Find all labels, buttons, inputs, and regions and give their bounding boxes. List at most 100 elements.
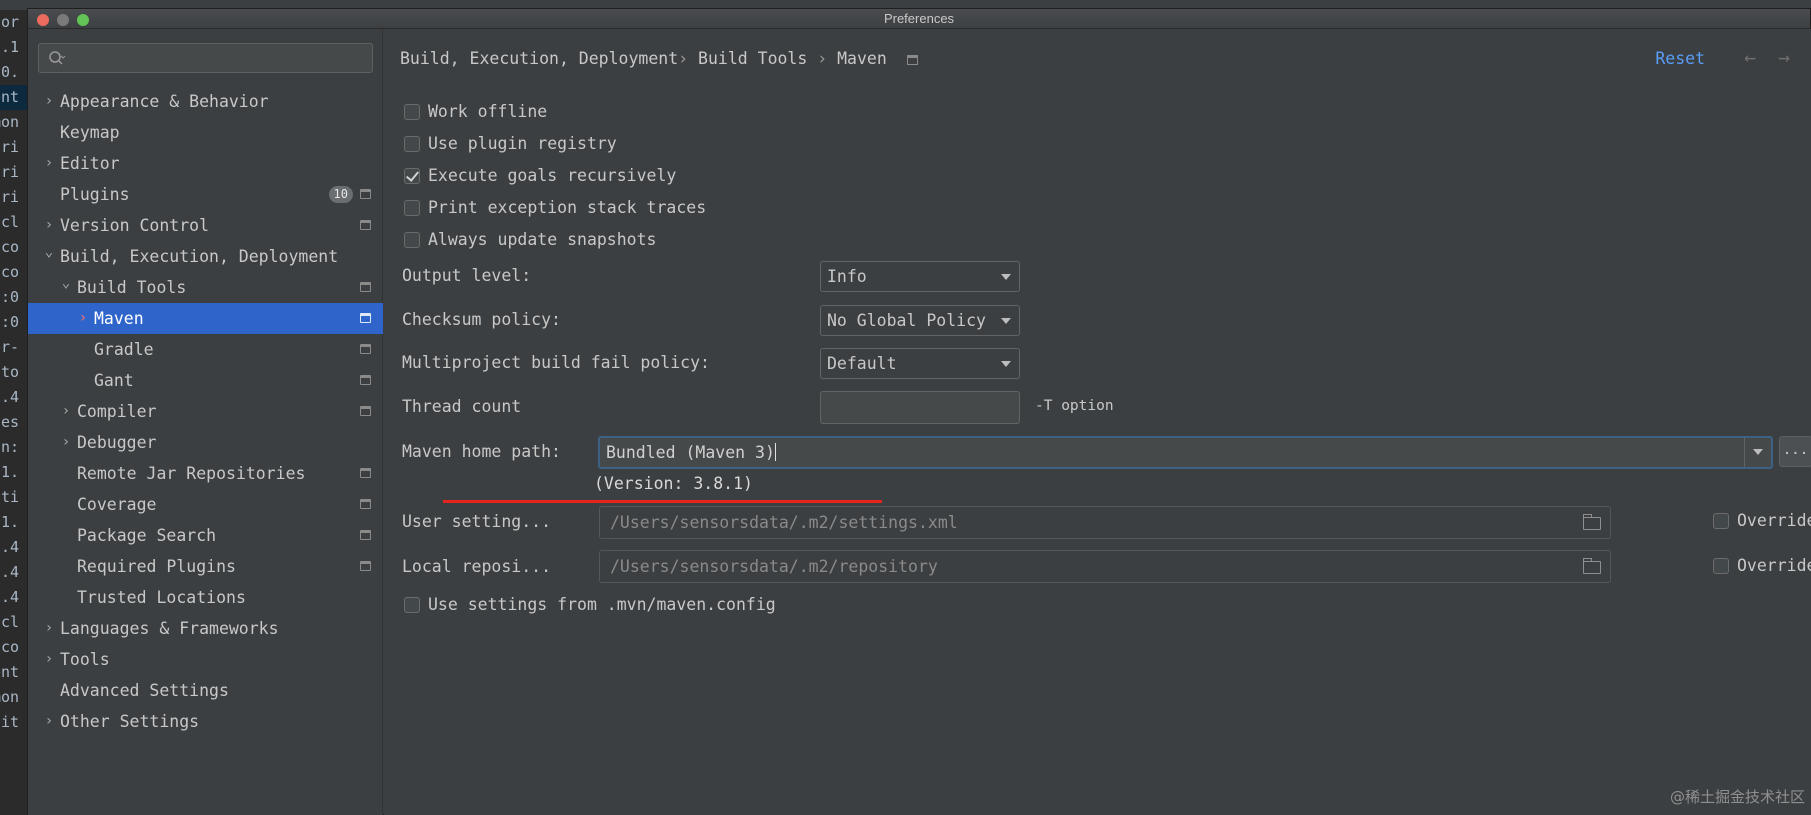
checkbox-box[interactable] [404, 597, 420, 613]
breadcrumb-item-build-tools[interactable]: Build Tools [698, 49, 807, 68]
sidebar-item-gant[interactable]: Gant [28, 365, 383, 396]
output-level-select[interactable]: Info [820, 261, 1020, 292]
minimize-window-button[interactable] [57, 14, 69, 26]
sidebar-item-version-control[interactable]: › Version Control [28, 210, 383, 241]
chevron-right-icon[interactable]: › [42, 706, 56, 737]
local-repository-override-checkbox[interactable]: Override [1713, 556, 1811, 575]
chevron-right-icon[interactable]: › [42, 210, 56, 241]
use-plugin-registry-checkbox[interactable]: Use plugin registry [404, 132, 617, 156]
chevron-down-icon[interactable] [1753, 449, 1763, 455]
project-level-icon [906, 55, 918, 65]
chevron-right-icon[interactable]: › [59, 427, 73, 458]
sidebar-item-label: Build Tools [77, 278, 187, 297]
folder-icon[interactable] [1583, 514, 1601, 530]
editor-line: on: [0, 438, 20, 456]
maven-home-path-combobox[interactable]: Bundled (Maven 3) [598, 436, 1773, 469]
breadcrumb-item-maven: Maven [837, 49, 887, 68]
chevron-right-icon[interactable]: › [42, 644, 56, 675]
editor-line: :1. [0, 463, 20, 481]
checkbox-box[interactable] [1713, 513, 1729, 529]
chevron-right-icon[interactable]: › [42, 613, 56, 644]
editor-line: -co [0, 263, 20, 281]
project-level-icon [360, 220, 371, 230]
sidebar-item-plugins[interactable]: Plugins 10 [28, 179, 383, 210]
project-level-icon [360, 375, 371, 385]
editor-line: nit [0, 713, 20, 731]
editor-line: :0. [0, 63, 20, 81]
chevron-down-icon[interactable]: ⌄ [59, 272, 73, 294]
sidebar-item-build-tools[interactable]: ⌄ Build Tools [28, 272, 383, 303]
checkbox-label: Work offline [428, 102, 548, 121]
multiproject-build-fail-policy-label: Multiproject build fail policy: [402, 353, 710, 372]
checkbox-box[interactable] [404, 136, 420, 152]
sidebar-item-build-execution-deployment[interactable]: ⌄ Build, Execution, Deployment [28, 241, 383, 272]
sidebar-item-gradle[interactable]: Gradle [28, 334, 383, 365]
sidebar-item-coverage[interactable]: Coverage [28, 489, 383, 520]
user-settings-path-input[interactable]: /Users/sensorsdata/.m2/settings.xml [599, 506, 1611, 539]
sidebar-item-trusted-locations[interactable]: Trusted Locations [28, 582, 383, 613]
background-editor-gutter: sor 1.1:0. ent mon ori ori ori -cl -co -co c:0 n:0 e… [0, 10, 27, 815]
editor-line: c:0 [0, 288, 20, 306]
sidebar-item-package-search[interactable]: Package Search [28, 520, 383, 551]
forward-arrow-icon[interactable]: → [1778, 45, 1790, 69]
combobox-divider [1744, 438, 1745, 467]
sidebar-item-tools[interactable]: › Tools [28, 644, 383, 675]
print-exception-stack-traces-checkbox[interactable]: Print exception stack traces [404, 196, 706, 220]
chevron-right-icon[interactable]: › [42, 86, 56, 117]
editor-line: mon [0, 688, 20, 706]
chevron-right-icon[interactable]: › [76, 303, 90, 334]
window-title: Preferences [883, 11, 955, 26]
chevron-right-icon[interactable]: › [59, 396, 73, 427]
annotation-underline [443, 500, 882, 503]
project-level-icon [360, 561, 371, 571]
sidebar-item-other-settings[interactable]: › Other Settings [28, 706, 383, 737]
checkbox-label: Execute goals recursively [428, 166, 677, 185]
sidebar-item-languages-frameworks[interactable]: › Languages & Frameworks [28, 613, 383, 644]
sidebar-item-advanced-settings[interactable]: Advanced Settings [28, 675, 383, 706]
sidebar-item-required-plugins[interactable]: Required Plugins [28, 551, 383, 582]
sidebar-item-maven[interactable]: › Maven [28, 303, 383, 334]
local-repository-path-input[interactable]: /Users/sensorsdata/.m2/repository [599, 550, 1611, 583]
browse-maven-home-button[interactable]: ... [1779, 436, 1811, 467]
work-offline-checkbox[interactable]: Work offline [404, 100, 547, 124]
checkbox-box[interactable] [404, 232, 420, 248]
chevron-down-icon[interactable]: ⌄ [42, 241, 56, 263]
chevron-down-icon [1001, 318, 1011, 324]
folder-icon[interactable] [1583, 558, 1601, 574]
user-settings-override-checkbox[interactable]: Override [1713, 511, 1811, 530]
breadcrumb-separator: › [817, 49, 828, 68]
checksum-policy-select[interactable]: No Global Policy [820, 305, 1020, 336]
sidebar-item-label: Compiler [77, 402, 157, 421]
sidebar-item-label: Languages & Frameworks [60, 619, 279, 638]
sidebar-item-label: Keymap [60, 123, 120, 142]
sidebar-item-compiler[interactable]: › Compiler [28, 396, 383, 427]
sidebar-item-label: Trusted Locations [77, 588, 246, 607]
back-arrow-icon[interactable]: ← [1744, 45, 1756, 69]
watermark: @稀土掘金技术社区 [1669, 788, 1805, 806]
sidebar-item-keymap[interactable]: Keymap [28, 117, 383, 148]
multiproject-build-fail-policy-select[interactable]: Default [820, 348, 1020, 379]
execute-goals-recursively-checkbox[interactable]: Execute goals recursively [404, 164, 676, 188]
reset-link[interactable]: Reset [1655, 49, 1705, 68]
maven-settings-panel: Build, Execution, Deployment › Build Tool… [384, 29, 1811, 815]
chevron-right-icon[interactable]: › [42, 148, 56, 179]
use-mvn-config-checkbox[interactable]: Use settings from .mvn/maven.config [404, 593, 776, 617]
zoom-window-button[interactable] [77, 14, 89, 26]
sidebar-item-label: Plugins [60, 185, 130, 204]
sidebar-item-debugger[interactable]: › Debugger [28, 427, 383, 458]
sidebar-item-editor[interactable]: › Editor [28, 148, 383, 179]
checkbox-box[interactable] [1713, 558, 1729, 574]
close-window-button[interactable] [37, 14, 49, 26]
checkbox-box[interactable] [404, 200, 420, 216]
settings-search-input[interactable] [38, 43, 373, 73]
checkbox-box[interactable] [404, 168, 420, 184]
thread-count-input[interactable] [820, 391, 1020, 424]
editor-line: 1.4 [0, 388, 20, 406]
override-label: Override [1737, 556, 1811, 575]
sidebar-item-remote-jar-repositories[interactable]: Remote Jar Repositories [28, 458, 383, 489]
editor-line: oti [0, 488, 20, 506]
breadcrumb-item-build-execution-deployment[interactable]: Build, Execution, Deployment [400, 49, 678, 68]
always-update-snapshots-checkbox[interactable]: Always update snapshots [404, 228, 656, 252]
sidebar-item-appearance-behavior[interactable]: › Appearance & Behavior [28, 86, 383, 117]
checkbox-box[interactable] [404, 104, 420, 120]
